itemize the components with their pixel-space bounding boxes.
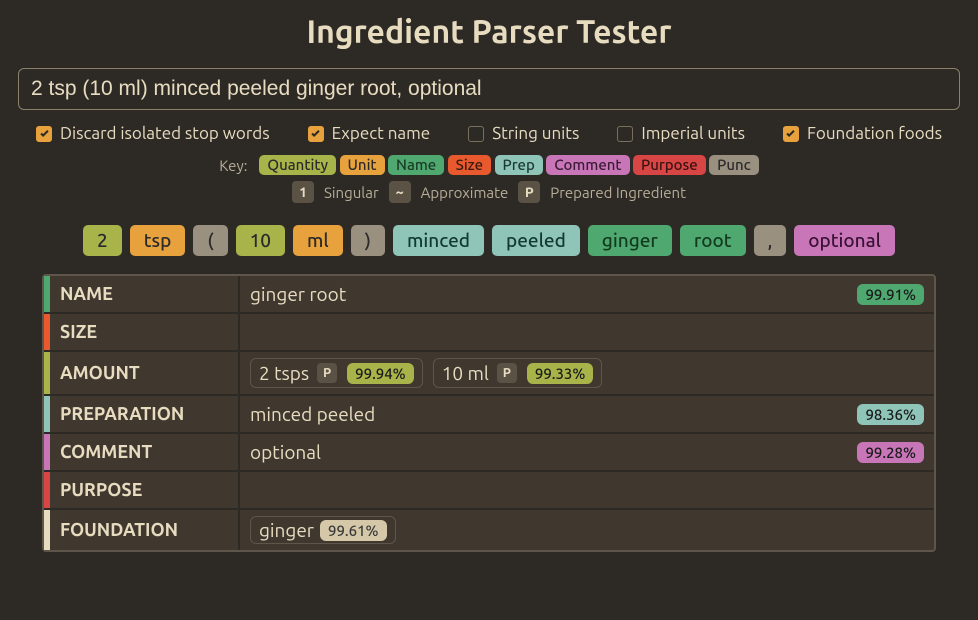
label-foundation: FOUNDATION [50, 510, 240, 550]
option-1[interactable]: Expect name [308, 124, 431, 143]
legend-key-label: Key: [219, 157, 247, 174]
legend-badge-label: Prepared Ingredient [550, 184, 686, 201]
foundation-confidence: 99.61% [320, 520, 387, 541]
row-size: SIZE [44, 312, 934, 350]
value-purpose [240, 472, 934, 508]
token-punc: ) [351, 225, 385, 256]
value-comment: optional 99.28% [240, 434, 934, 470]
option-3[interactable]: Imperial units [617, 124, 745, 143]
amount-text: 2 tsps [259, 362, 309, 384]
prepared-badge: P [317, 363, 337, 383]
token-prep: peeled [492, 225, 580, 256]
value-foundation: ginger 99.61% [240, 510, 934, 550]
option-0[interactable]: Discard isolated stop words [36, 124, 270, 143]
token-punc: ( [193, 225, 227, 256]
value-amount: 2 tsps P 99.94% 10 ml P 99.33% [240, 352, 934, 394]
token-name: root [680, 225, 746, 256]
ingredient-input[interactable] [18, 68, 960, 110]
label-preparation: PREPARATION [50, 396, 240, 432]
checkbox-icon[interactable] [783, 126, 799, 142]
checkbox-icon[interactable] [308, 126, 324, 142]
option-label: Imperial units [641, 124, 745, 143]
label-amount: AMOUNT [50, 352, 240, 394]
legend-badge-icon: ~ [389, 181, 411, 203]
legend-chip-name: Name [388, 155, 444, 175]
foundation-group: ginger 99.61% [250, 516, 396, 544]
option-2[interactable]: String units [468, 124, 579, 143]
label-size: SIZE [50, 314, 240, 350]
token-prep: minced [393, 225, 484, 256]
legend-badges: 1 Singular ~ Approximate P Prepared Ingredien… [18, 181, 960, 203]
value-size [240, 314, 934, 350]
legend-chip-punc: Punc [709, 155, 759, 175]
checkbox-icon[interactable] [468, 126, 484, 142]
legend-badge-icon: P [518, 181, 540, 203]
legend-badge-label: Singular [324, 184, 379, 201]
amount-confidence: 99.33% [527, 363, 594, 384]
token-unit: ml [293, 225, 343, 256]
row-preparation: PREPARATION minced peeled 98.36% [44, 394, 934, 432]
option-label: String units [492, 124, 579, 143]
token-punc: , [754, 225, 787, 256]
token-comment: optional [794, 225, 895, 256]
name-confidence: 99.91% [857, 284, 924, 305]
options-row: Discard isolated stop words Expect name St… [18, 124, 960, 143]
token-name: ginger [588, 225, 672, 256]
label-comment: COMMENT [50, 434, 240, 470]
amount-group: 10 ml P 99.33% [433, 358, 603, 388]
option-label: Foundation foods [807, 124, 942, 143]
option-4[interactable]: Foundation foods [783, 124, 942, 143]
checkbox-icon[interactable] [36, 126, 52, 142]
amount-group: 2 tsps P 99.94% [250, 358, 423, 388]
value-preparation: minced peeled 98.36% [240, 396, 934, 432]
token-row: 2 tsp(10 ml) minced peeled ginger root,optiona… [18, 225, 960, 256]
row-amount: AMOUNT 2 tsps P 99.94% 10 ml P 99.33% [44, 350, 934, 394]
legend-colors: Key: Quantity Unit Name Size Prep Commen… [18, 155, 960, 175]
row-purpose: PURPOSE [44, 470, 934, 508]
row-comment: COMMENT optional 99.28% [44, 432, 934, 470]
foundation-text: ginger [259, 519, 314, 541]
legend-chip-quantity: Quantity [259, 155, 336, 175]
legend-chip-unit: Unit [340, 155, 385, 175]
row-name: NAME ginger root 99.91% [44, 276, 934, 312]
results-table: NAME ginger root 99.91% SIZE AMOUNT 2 ts… [42, 274, 936, 552]
prepared-badge: P [497, 363, 517, 383]
legend-badge-label: Approximate [421, 184, 509, 201]
legend-chip-prep: Prep [495, 155, 543, 175]
comment-confidence: 99.28% [857, 442, 924, 463]
token-quantity: 2 [83, 225, 122, 256]
preparation-confidence: 98.36% [857, 404, 924, 425]
label-name: NAME [50, 276, 240, 312]
amount-confidence: 99.94% [347, 363, 414, 384]
legend-badge-icon: 1 [292, 181, 314, 203]
legend-chip-size: Size [448, 155, 491, 175]
option-label: Expect name [332, 124, 431, 143]
page-title: Ingredient Parser Tester [18, 14, 960, 50]
comment-text: optional [250, 441, 321, 463]
row-foundation: FOUNDATION ginger 99.61% [44, 508, 934, 550]
amount-text: 10 ml [442, 362, 489, 384]
value-name: ginger root 99.91% [240, 276, 934, 312]
legend-chip-purpose: Purpose [633, 155, 706, 175]
preparation-text: minced peeled [250, 403, 375, 425]
token-unit: tsp [130, 225, 186, 256]
checkbox-icon[interactable] [617, 126, 633, 142]
name-text: ginger root [250, 283, 346, 305]
label-purpose: PURPOSE [50, 472, 240, 508]
token-quantity: 10 [236, 225, 285, 256]
option-label: Discard isolated stop words [60, 124, 270, 143]
legend-chip-comment: Comment [546, 155, 629, 175]
